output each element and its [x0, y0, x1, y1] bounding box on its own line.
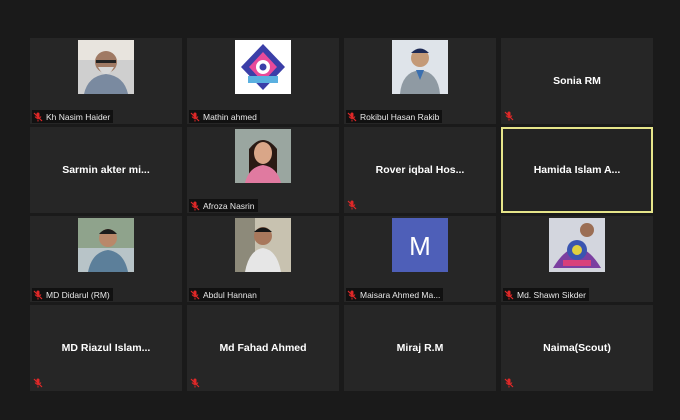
participant-name: Kh Nasim Haider	[46, 111, 111, 122]
participant-tile[interactable]: Naima(Scout)	[501, 305, 653, 391]
participant-tile[interactable]: Md. Shawn Sikder	[501, 216, 653, 302]
participant-avatar	[78, 218, 134, 272]
participant-name-label: Maisara Ahmed Ma...	[346, 288, 444, 301]
participant-avatar	[235, 218, 291, 272]
participant-tile[interactable]: Afroza Nasrin	[187, 127, 339, 213]
participant-name: Maisara Ahmed Ma...	[360, 289, 441, 300]
participant-name: Hamida Islam A...	[533, 164, 621, 176]
participant-name-label: MD Didarul (RM)	[32, 288, 113, 301]
video-grid: Kh Nasim Haider Mathin ahmed Rokibul Has…	[30, 38, 654, 394]
participant-tile[interactable]: Mathin ahmed	[187, 38, 339, 124]
participant-avatar	[78, 40, 134, 94]
participant-name-label: Mathin ahmed	[189, 110, 260, 123]
participant-tile[interactable]: Sonia RM	[501, 38, 653, 124]
participant-name: Abdul Hannan	[203, 289, 257, 300]
muted-mic-icon	[190, 290, 200, 299]
avatar-initial: M	[409, 231, 431, 261]
active-speaker-tile[interactable]: Hamida Islam A...	[501, 127, 653, 213]
participant-name: Sarmin akter mi...	[62, 164, 150, 176]
participant-name: MD Riazul Islam...	[61, 342, 151, 354]
participant-tile[interactable]: MD Riazul Islam...	[30, 305, 182, 391]
participant-avatar	[392, 40, 448, 94]
participant-name: Md. Shawn Sikder	[517, 289, 586, 300]
participant-name-label: Rokibul Hasan Rakib	[346, 110, 443, 123]
muted-mic-icon	[504, 378, 514, 388]
participant-avatar	[549, 218, 605, 272]
participant-name: Mathin ahmed	[203, 111, 257, 122]
muted-mic-icon	[33, 378, 43, 388]
participant-tile[interactable]: Abdul Hannan	[187, 216, 339, 302]
muted-mic-icon	[33, 290, 43, 299]
participant-tile[interactable]: Miraj R.M	[344, 305, 496, 391]
participant-avatar	[235, 129, 291, 183]
participant-tile[interactable]: Md Fahad Ahmed	[187, 305, 339, 391]
participant-name-label: Kh Nasim Haider	[32, 110, 114, 123]
participant-tile[interactable]: Kh Nasim Haider	[30, 38, 182, 124]
muted-mic-icon	[190, 112, 200, 121]
participant-name-label: Md. Shawn Sikder	[503, 288, 589, 301]
participant-name: Rokibul Hasan Rakib	[360, 111, 440, 122]
muted-mic-icon	[347, 290, 357, 299]
participant-name: Sonia RM	[553, 75, 601, 87]
muted-mic-icon	[190, 201, 200, 210]
participant-name-label: Abdul Hannan	[189, 288, 260, 301]
participant-tile[interactable]: M Maisara Ahmed Ma...	[344, 216, 496, 302]
participant-name: MD Didarul (RM)	[46, 289, 110, 300]
muted-mic-icon	[504, 290, 514, 299]
participant-name-label: Afroza Nasrin	[189, 199, 258, 212]
participant-tile[interactable]: Sarmin akter mi...	[30, 127, 182, 213]
participant-tile[interactable]: Rover iqbal Hos...	[344, 127, 496, 213]
muted-mic-icon	[33, 112, 43, 121]
participant-name: Rover iqbal Hos...	[375, 164, 465, 176]
participant-tile[interactable]: MD Didarul (RM)	[30, 216, 182, 302]
muted-mic-icon	[347, 112, 357, 121]
initial-avatar: M	[392, 218, 448, 272]
muted-mic-icon	[504, 111, 514, 121]
participant-name: Afroza Nasrin	[203, 200, 255, 211]
muted-mic-icon	[190, 378, 200, 388]
participant-tile[interactable]: Rokibul Hasan Rakib	[344, 38, 496, 124]
participant-name: Md Fahad Ahmed	[219, 342, 307, 354]
participant-name: Naima(Scout)	[543, 342, 611, 354]
muted-mic-icon	[347, 200, 357, 210]
participant-name: Miraj R.M	[396, 342, 444, 354]
participant-avatar	[235, 40, 291, 94]
